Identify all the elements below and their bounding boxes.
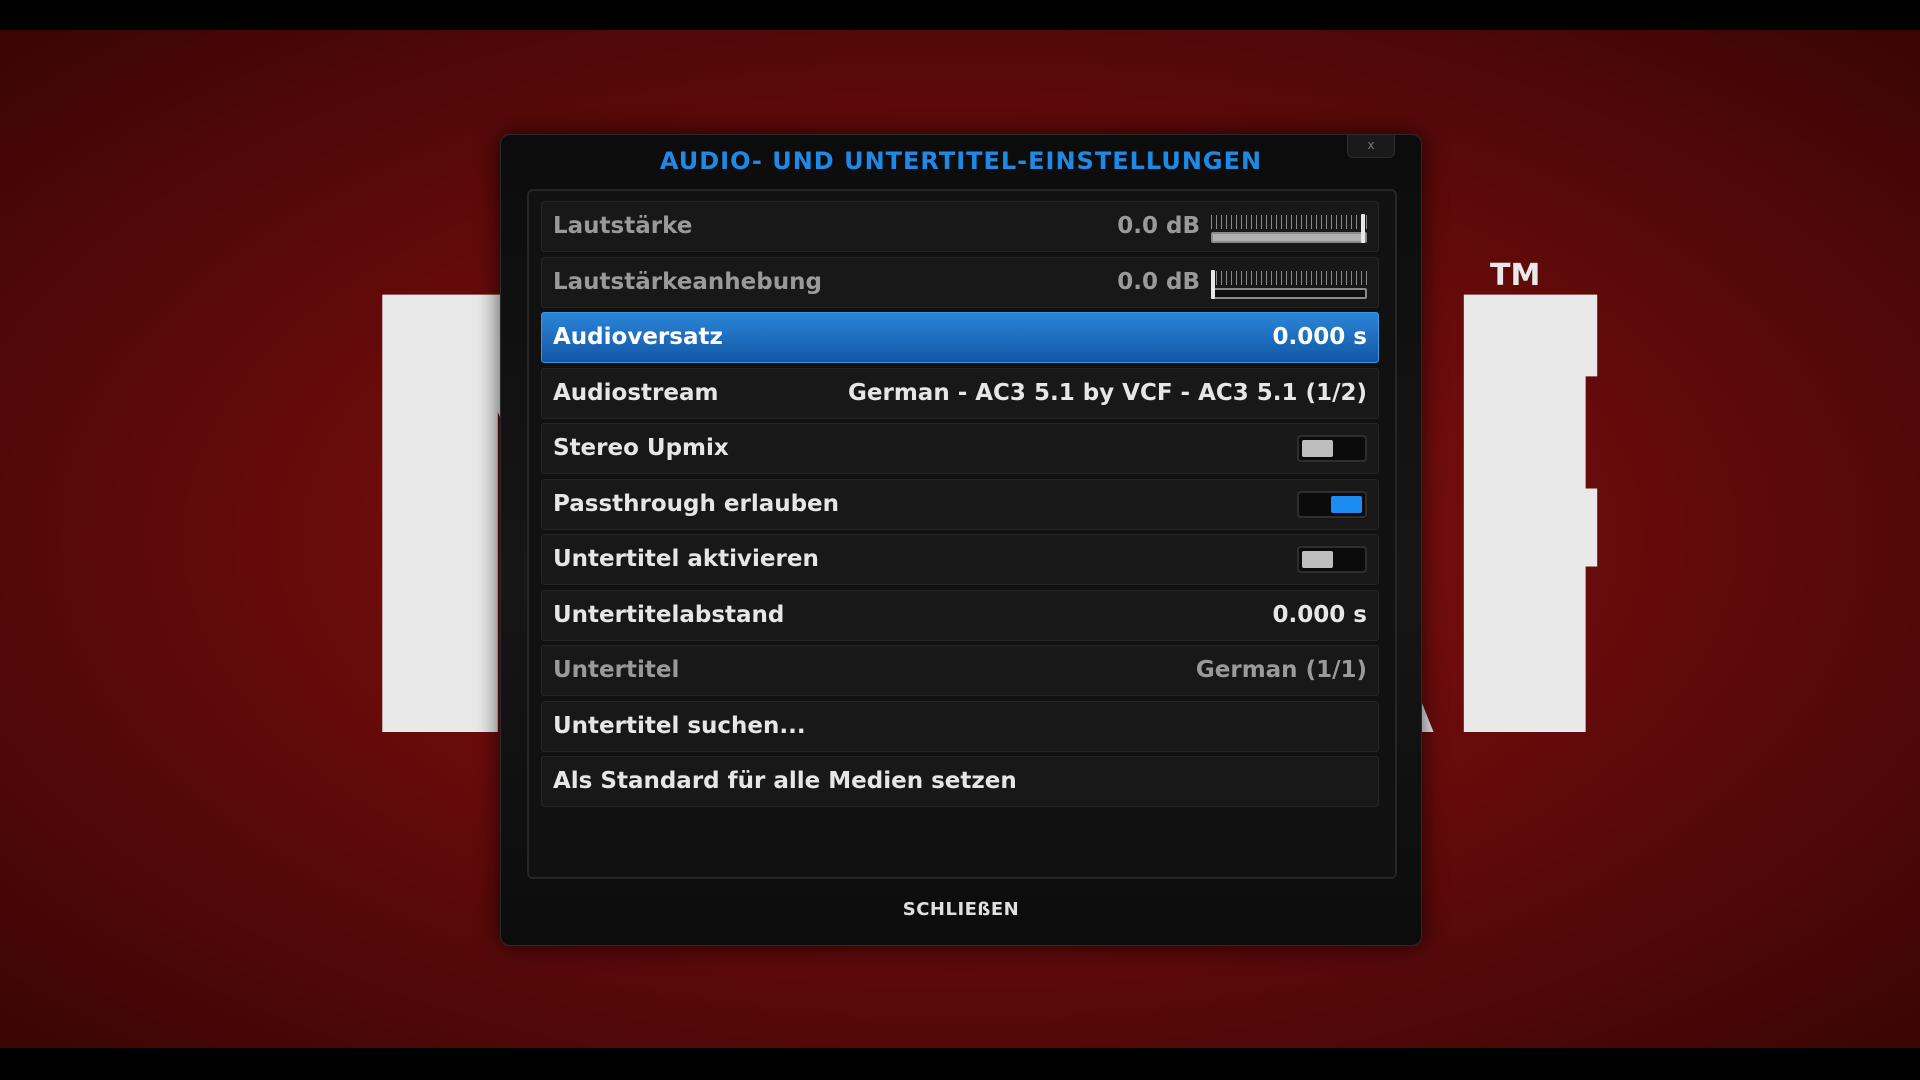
setting-label: Lautstärke (553, 213, 693, 239)
setting-label: Untertitelabstand (553, 602, 785, 628)
setting-value: 0.000 s (1272, 602, 1367, 628)
setting-set-as-default[interactable]: Als Standard für alle Medien setzen (541, 756, 1379, 807)
setting-volume-amplification[interactable]: Lautstärkeanhebung 0.0 dB (541, 257, 1379, 308)
slider-fill (1213, 234, 1363, 241)
setting-search-subtitles[interactable]: Untertitel suchen... (541, 701, 1379, 752)
setting-label: Passthrough erlauben (553, 491, 840, 517)
close-icon[interactable]: x (1347, 135, 1395, 158)
setting-volume[interactable]: Lautstärke 0.0 dB (541, 201, 1379, 252)
close-button[interactable]: SCHLIEßEN (501, 899, 1421, 920)
volume-slider[interactable] (1211, 211, 1367, 244)
setting-label: Als Standard für alle Medien setzen (553, 768, 1017, 794)
setting-value: 0.0 dB (1117, 213, 1200, 239)
passthrough-toggle[interactable] (1297, 491, 1367, 518)
setting-passthrough[interactable]: Passthrough erlauben (541, 479, 1379, 530)
toggle-knob (1331, 496, 1362, 513)
slider-handle[interactable] (1361, 214, 1365, 243)
toggle-knob (1302, 551, 1333, 568)
dialog-title: AUDIO- UND UNTERTITEL-EINSTELLUNGEN (659, 147, 1263, 175)
amplification-slider[interactable] (1211, 267, 1367, 300)
audio-subtitle-settings-dialog: AUDIO- UND UNTERTITEL-EINSTELLUNGEN x La… (500, 134, 1422, 946)
toggle-knob (1302, 440, 1333, 457)
slider-handle[interactable] (1211, 270, 1215, 299)
setting-enable-subtitles[interactable]: Untertitel aktivieren (541, 534, 1379, 585)
setting-subtitle-offset[interactable]: Untertitelabstand 0.000 s (541, 590, 1379, 641)
setting-label: Audiostream (553, 380, 719, 406)
settings-list: Lautstärke 0.0 dB Lautstärkeanhebung 0.0… (527, 189, 1397, 879)
setting-label: Untertitel (553, 657, 680, 683)
setting-value: German (1/1) (1195, 657, 1367, 683)
setting-label: Lautstärkeanhebung (553, 269, 822, 295)
slider-ticks (1211, 271, 1367, 285)
enable-subtitles-toggle[interactable] (1297, 546, 1367, 573)
setting-label: Stereo Upmix (553, 435, 729, 461)
slider-ticks (1211, 215, 1367, 229)
setting-audio-offset[interactable]: Audioversatz 0.000 s (541, 312, 1379, 363)
setting-value: 0.0 dB (1117, 269, 1200, 295)
setting-label: Audioversatz (553, 324, 723, 350)
setting-stereo-upmix[interactable]: Stereo Upmix (541, 423, 1379, 474)
setting-label: Untertitel suchen... (553, 713, 806, 739)
setting-label: Untertitel aktivieren (553, 546, 819, 572)
stereo-upmix-toggle[interactable] (1297, 435, 1367, 462)
letterbox-top (0, 0, 1920, 30)
setting-audio-stream[interactable]: Audiostream German - AC3 5.1 by VCF - AC… (541, 368, 1379, 419)
setting-value: German - AC3 5.1 by VCF - AC3 5.1 (1/2) (848, 380, 1367, 406)
setting-subtitle-track[interactable]: Untertitel German (1/1) (541, 645, 1379, 696)
slider-track (1211, 288, 1367, 299)
letterbox-bottom (0, 1048, 1920, 1080)
trademark-mark: TM (1490, 258, 1541, 293)
setting-value: 0.000 s (1272, 324, 1367, 350)
